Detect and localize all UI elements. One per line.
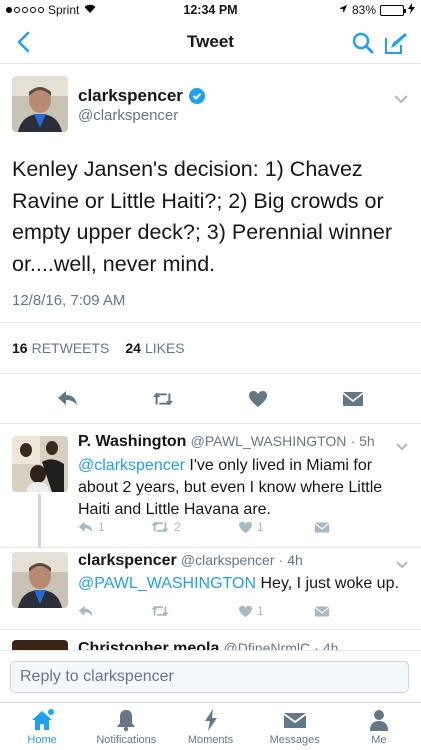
- chevron-down-icon: [396, 443, 408, 451]
- chevron-down-icon: [394, 95, 408, 104]
- retweet-icon: [152, 392, 173, 405]
- reply-text: @clarkspencer I've only lived in Miami f…: [78, 457, 383, 519]
- tab-home[interactable]: Home: [0, 703, 84, 750]
- tweet-timestamp: 12/8/16, 7:09 AM: [12, 292, 126, 309]
- retweets-count[interactable]: 16: [12, 340, 28, 356]
- retweet-icon: [151, 521, 169, 533]
- tab-label: Home: [27, 734, 57, 746]
- compose-icon: [385, 33, 407, 54]
- reply-tweet[interactable]: P. Washington @PAWL_WASHINGTON · 5h @cla…: [0, 424, 421, 548]
- like-button[interactable]: 1: [238, 604, 302, 618]
- compose-tweet-button[interactable]: [383, 30, 409, 56]
- like-count: 1: [257, 520, 264, 534]
- reply-time: · 5h: [350, 433, 375, 449]
- likes-count[interactable]: 24: [125, 340, 141, 356]
- tab-moments[interactable]: Moments: [168, 703, 252, 750]
- bell-icon: [117, 710, 136, 732]
- envelope-icon: [342, 391, 364, 406]
- reply-author-name[interactable]: Christopher meola: [78, 640, 219, 650]
- retweets-label[interactable]: RETWEETS: [32, 340, 110, 356]
- reply-button[interactable]: 1: [78, 520, 142, 534]
- reply-author-name[interactable]: clarkspencer: [78, 552, 177, 569]
- reply-header: clarkspencer @clarkspencer · 4h: [78, 552, 303, 570]
- reply-actions: 1 2 1: [78, 520, 378, 534]
- thread-line: [38, 494, 41, 548]
- mention-link[interactable]: @PAWL_WASHINGTON: [78, 575, 256, 592]
- tab-messages[interactable]: Messages: [253, 703, 337, 750]
- home-icon: [32, 709, 55, 730]
- tweet-options-button[interactable]: [393, 92, 409, 104]
- author-handle[interactable]: @clarkspencer: [78, 107, 178, 124]
- tab-label: Me: [371, 734, 387, 746]
- avatar[interactable]: [12, 76, 68, 132]
- status-time: 12:34 PM: [183, 3, 238, 17]
- reply-author-name[interactable]: P. Washington: [78, 433, 186, 450]
- like-button[interactable]: [247, 388, 269, 410]
- retweet-button[interactable]: 2: [150, 520, 214, 534]
- reply-button[interactable]: [57, 388, 79, 410]
- retweet-button[interactable]: [150, 604, 214, 618]
- tab-label: Messages: [269, 734, 320, 746]
- tab-label: Notifications: [96, 734, 157, 746]
- retweet-button[interactable]: [152, 388, 174, 410]
- heart-icon: [239, 521, 252, 533]
- lightning-icon: [204, 709, 217, 731]
- mention-link[interactable]: @clarkspencer: [78, 457, 185, 474]
- verified-badge-icon: [188, 88, 205, 104]
- reply-text: @PAWL_WASHINGTON Hey, I just woke up.: [78, 575, 399, 592]
- reply-options-button[interactable]: [395, 557, 409, 569]
- reply-options-button[interactable]: [395, 439, 409, 451]
- like-button[interactable]: 1: [238, 520, 302, 534]
- heart-icon: [239, 605, 252, 617]
- avatar[interactable]: [12, 552, 68, 608]
- like-count: 1: [257, 604, 264, 618]
- retweet-count: 2: [174, 520, 181, 534]
- reply-tweet[interactable]: clarkspencer @clarkspencer · 4h @PAWL_WA…: [0, 548, 421, 630]
- envelope-icon: [314, 521, 330, 533]
- tab-bar: Home Notifications Moments Messages Me: [0, 702, 421, 750]
- avatar[interactable]: [12, 640, 68, 650]
- tweet-stats: 16 RETWEETS 24 LIKES: [0, 322, 421, 374]
- reply-author-handle[interactable]: @DfineNrmlC: [224, 640, 311, 650]
- search-button[interactable]: [351, 31, 375, 55]
- tab-notifications[interactable]: Notifications: [84, 703, 168, 750]
- reply-time: · 4h: [278, 552, 303, 568]
- direct-message-button[interactable]: [314, 605, 378, 618]
- chevron-down-icon: [396, 561, 408, 569]
- reply-button[interactable]: [78, 605, 142, 618]
- person-icon: [369, 710, 388, 731]
- likes-label[interactable]: LIKES: [145, 340, 185, 356]
- retweet-icon: [151, 605, 169, 617]
- reply-icon: [78, 521, 93, 533]
- battery-icon: [380, 4, 406, 16]
- reply-actions: 1: [78, 604, 378, 618]
- tab-label: Moments: [187, 734, 234, 746]
- reply-composer-bar: Reply to clarkspencer: [0, 650, 421, 702]
- tab-me[interactable]: Me: [337, 703, 421, 750]
- tweet-actions: [0, 374, 421, 424]
- reply-header: Christopher meola @DfineNrmlC · 4h: [78, 640, 338, 650]
- search-icon: [352, 32, 374, 54]
- reply-icon: [57, 390, 77, 406]
- reply-icon: [78, 605, 93, 617]
- envelope-icon: [283, 713, 307, 728]
- tweet-text: Kenley Jansen's decision: 1) Chavez Ravi…: [12, 157, 393, 276]
- reply-header: P. Washington @PAWL_WASHINGTON · 5h: [78, 433, 375, 451]
- reply-time: · 4h: [314, 640, 339, 650]
- heart-icon: [249, 390, 268, 407]
- direct-message-button[interactable]: [342, 388, 364, 410]
- status-bar: Sprint 12:34 PM 83%: [0, 0, 421, 20]
- avatar[interactable]: [12, 436, 68, 492]
- reply-author-handle[interactable]: @clarkspencer: [181, 552, 275, 568]
- navigation-bar: Tweet: [0, 20, 421, 64]
- reply-count: 1: [98, 520, 105, 534]
- reply-author-handle[interactable]: @PAWL_WASHINGTON: [191, 433, 347, 449]
- reply-tweet[interactable]: Christopher meola @DfineNrmlC · 4h: [0, 630, 421, 650]
- envelope-icon: [314, 605, 330, 617]
- author-name[interactable]: clarkspencer: [78, 86, 205, 106]
- reply-input[interactable]: Reply to clarkspencer: [10, 661, 409, 693]
- direct-message-button[interactable]: [314, 521, 378, 534]
